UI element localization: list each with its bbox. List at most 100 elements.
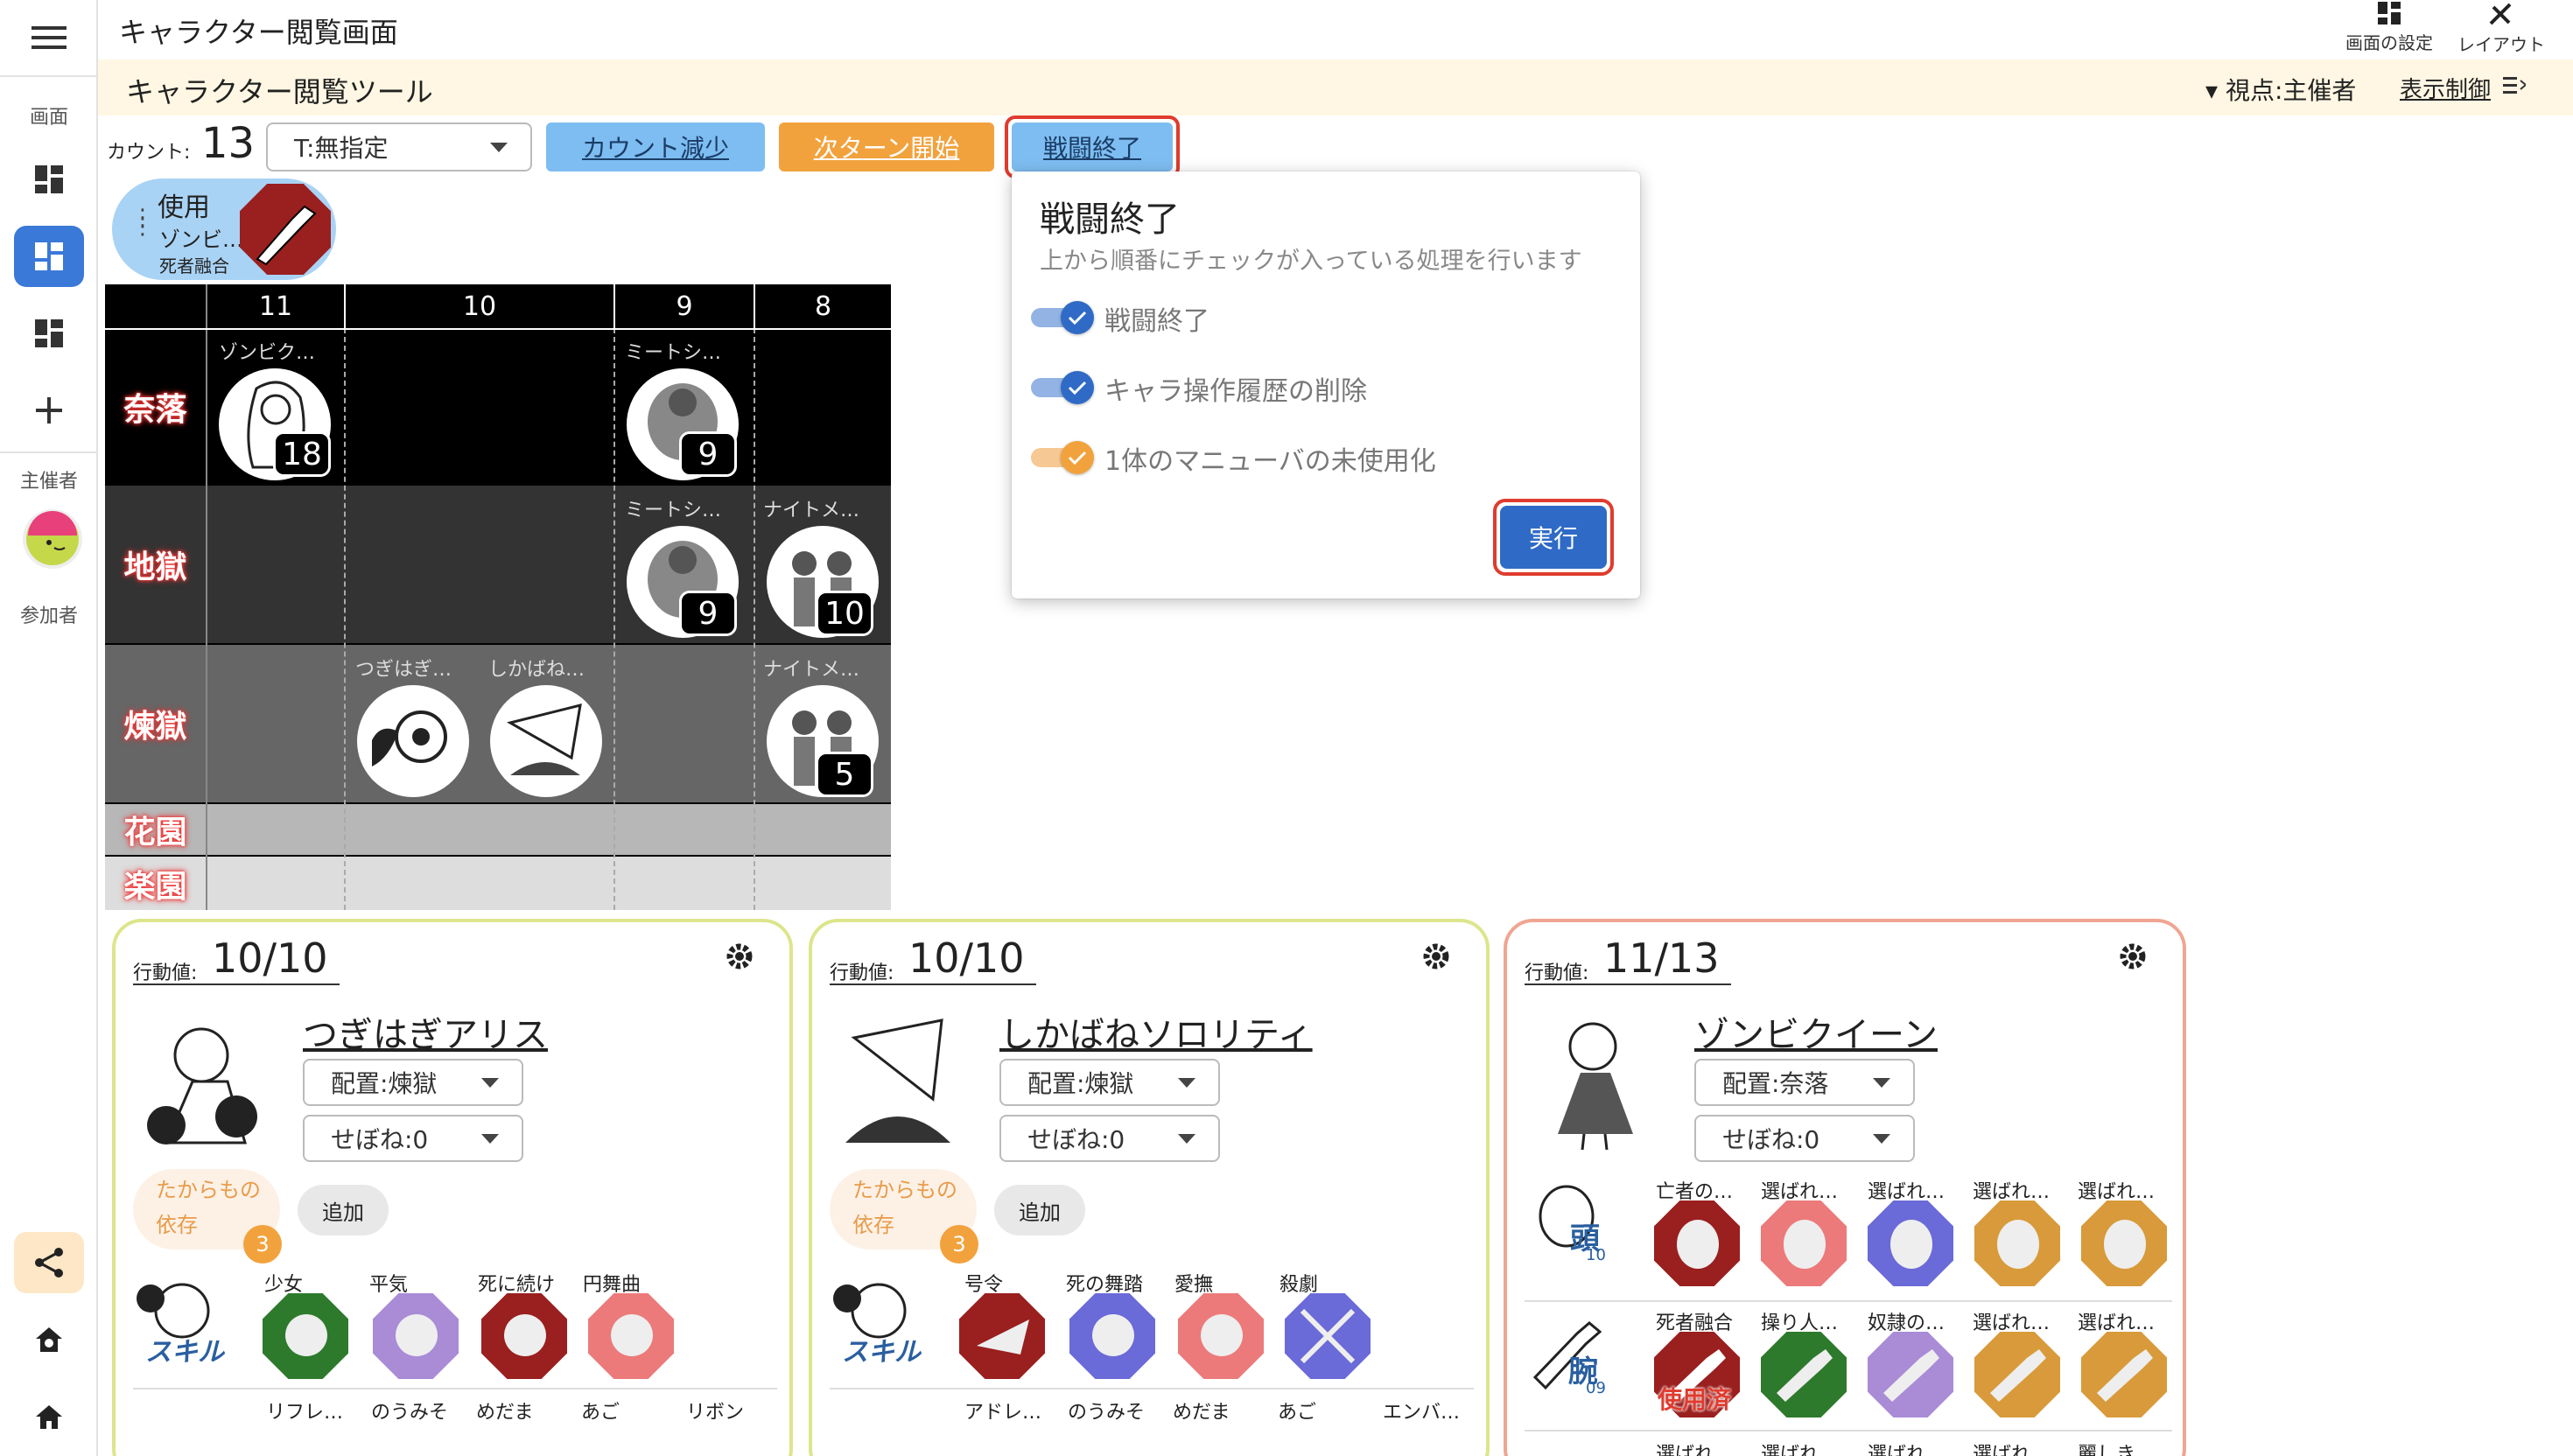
maneuver-name: のうみそ <box>371 1402 449 1424</box>
add-icon[interactable] <box>14 380 84 441</box>
token-name: ミートシ… <box>625 342 722 364</box>
maneuver-icon[interactable] <box>481 1293 567 1379</box>
maneuver-name: のうみそ <box>1068 1402 1146 1424</box>
dashboard-icon[interactable] <box>14 149 84 210</box>
gear-icon[interactable] <box>725 942 754 975</box>
chevron-down-icon <box>1873 1078 1890 1088</box>
check-icon <box>1061 371 1094 404</box>
dashboard-icon-active[interactable] <box>14 226 84 287</box>
count-decrease-button[interactable]: カウント減少 <box>546 122 765 172</box>
use-chip[interactable]: ⋮ ⋮ 使用 ゾンビ… 死者融合 <box>112 178 336 280</box>
chevron-down-icon <box>490 143 508 152</box>
placement-value: 配置:奈落 <box>1722 1069 1829 1098</box>
page-title: キャラクター閲覧画面 <box>119 16 398 49</box>
treasure-line1: たからもの <box>852 1178 957 1202</box>
add-button[interactable]: 追加 <box>298 1185 389 1236</box>
character-token[interactable] <box>490 685 602 797</box>
drag-handle-icon[interactable]: ⋮ ⋮ <box>131 206 154 238</box>
token-count-badge: 9 <box>679 591 737 636</box>
maneuver-icon[interactable] <box>263 1293 348 1379</box>
character-portrait <box>1532 1003 1654 1152</box>
add-button[interactable]: 追加 <box>994 1185 1085 1236</box>
viewpoint-select[interactable]: ▾ 視点:主催者 <box>2205 72 2356 107</box>
home-icon[interactable] <box>14 1386 84 1447</box>
maneuver-name: 選ばれ… <box>1868 1444 1946 1456</box>
timing-select[interactable]: T:無指定 <box>266 122 532 172</box>
share-icon[interactable] <box>14 1232 84 1293</box>
layout-tools-icon <box>2489 3 2512 25</box>
maneuver-icon[interactable] <box>1761 1200 1847 1286</box>
character-card: 行動値: 11/13 ゾンビクイーン 配置:奈落 せぼね:0 頭 10 亡者の…… <box>1504 919 2186 1456</box>
maneuver-icon[interactable] <box>959 1293 1045 1379</box>
head-part-icon: 頭 10 <box>1525 1176 1612 1264</box>
maneuver-icon[interactable] <box>1654 1200 1740 1286</box>
maneuver-name: 死者融合 <box>1656 1312 1734 1334</box>
character-card: 行動値: 10/10 しかばねソロリティ 配置:煉獄 せぼね:0 たからもの 依存… <box>809 919 1490 1456</box>
treasure-count-badge: 3 <box>940 1225 978 1264</box>
character-name[interactable]: ゾンビクイーン <box>1694 1006 1938 1057</box>
arm-part-number: 09 <box>1586 1379 1606 1397</box>
maneuver-icon[interactable] <box>1974 1332 2060 1418</box>
token-name: ゾンビク… <box>219 342 316 364</box>
character-token[interactable] <box>357 685 469 797</box>
character-portrait <box>837 1003 959 1152</box>
token-count-badge: 18 <box>273 431 331 477</box>
maneuver-icon[interactable] <box>1069 1293 1155 1379</box>
avatar[interactable] <box>23 509 82 569</box>
character-name[interactable]: つぎはぎアリス <box>303 1006 548 1057</box>
maneuver-icon[interactable] <box>1868 1332 1953 1418</box>
toggle-label: 戦闘終了 <box>1104 306 1209 337</box>
token-count-badge: 5 <box>816 752 873 797</box>
battlefield-grid: 11 10 9 8 奈落 地獄 煉獄 花園 楽園 ゾンビク… 18 ミートシ… … <box>105 284 891 910</box>
divider <box>133 1388 777 1390</box>
maneuver-name: 号令 <box>964 1274 1004 1296</box>
column-header: 9 <box>676 290 693 322</box>
toggle-unuse-maneuver[interactable] <box>1031 439 1096 474</box>
toggle-end-battle[interactable] <box>1031 299 1096 334</box>
sub-header: キャラクター閲覧ツール ▾ 視点:主催者 表示制御 <box>98 60 2573 116</box>
maneuver-icon[interactable] <box>2081 1332 2167 1418</box>
maneuver-icon[interactable] <box>373 1293 459 1379</box>
maneuver-name: 平気 <box>369 1274 409 1296</box>
maneuver-name: あご <box>581 1402 620 1424</box>
gear-icon[interactable] <box>2118 942 2148 975</box>
dashboard-icon[interactable] <box>14 303 84 364</box>
token-count-badge: 10 <box>816 591 873 636</box>
seboneh-value: せぼね:0 <box>1722 1125 1820 1154</box>
skill-icon: スキル <box>133 1272 226 1368</box>
timing-select-value: T:無指定 <box>294 134 389 163</box>
placement-select[interactable]: 配置:煉獄 <box>303 1059 523 1106</box>
end-battle-button[interactable]: 戦闘終了 <box>1012 122 1173 172</box>
layout-button[interactable]: レイアウト <box>2449 0 2554 60</box>
action-value: 10/10 <box>212 934 328 982</box>
maneuver-icon[interactable] <box>2081 1200 2167 1286</box>
top-header: キャラクター閲覧画面 画面の設定 レイアウト <box>98 0 2573 60</box>
execute-button[interactable]: 実行 <box>1500 506 1607 569</box>
gear-icon[interactable] <box>1421 942 1451 975</box>
seboneh-select[interactable]: せぼね:0 <box>303 1115 523 1162</box>
next-turn-button[interactable]: 次ターン開始 <box>779 122 994 172</box>
character-name[interactable]: しかばねソロリティ <box>999 1006 1313 1057</box>
display-control-link[interactable]: 表示制御 <box>2400 72 2491 104</box>
maneuver-icon[interactable] <box>1285 1293 1371 1379</box>
placement-select[interactable]: 配置:煉獄 <box>999 1059 1220 1106</box>
maneuver-icon[interactable] <box>1761 1332 1847 1418</box>
maneuver-icon[interactable] <box>1974 1200 2060 1286</box>
placement-select[interactable]: 配置:奈落 <box>1694 1059 1915 1106</box>
seboneh-select[interactable]: せぼね:0 <box>1694 1115 1915 1162</box>
menu-icon[interactable] <box>14 7 84 68</box>
placement-value: 配置:煉獄 <box>331 1069 438 1098</box>
grid-divider <box>344 328 346 910</box>
app-root: 画面 主催者 参加者 キャラクター閲覧画面 画面の設定 レイアウト キャラクター… <box>0 0 2573 1456</box>
maneuver-name: 選ばれ… <box>1973 1444 2051 1456</box>
toggle-delete-history[interactable] <box>1031 369 1096 404</box>
maneuver-icon[interactable] <box>1868 1200 1953 1286</box>
seboneh-select[interactable]: せぼね:0 <box>999 1115 1220 1162</box>
home-settings-icon[interactable] <box>14 1309 84 1370</box>
check-icon <box>1061 301 1094 334</box>
menu-open-icon[interactable] <box>2503 75 2527 100</box>
screen-settings-button[interactable]: 画面の設定 <box>2337 0 2442 60</box>
maneuver-name: あご <box>1278 1402 1317 1424</box>
maneuver-icon[interactable] <box>1178 1293 1264 1379</box>
maneuver-icon[interactable] <box>588 1293 674 1379</box>
